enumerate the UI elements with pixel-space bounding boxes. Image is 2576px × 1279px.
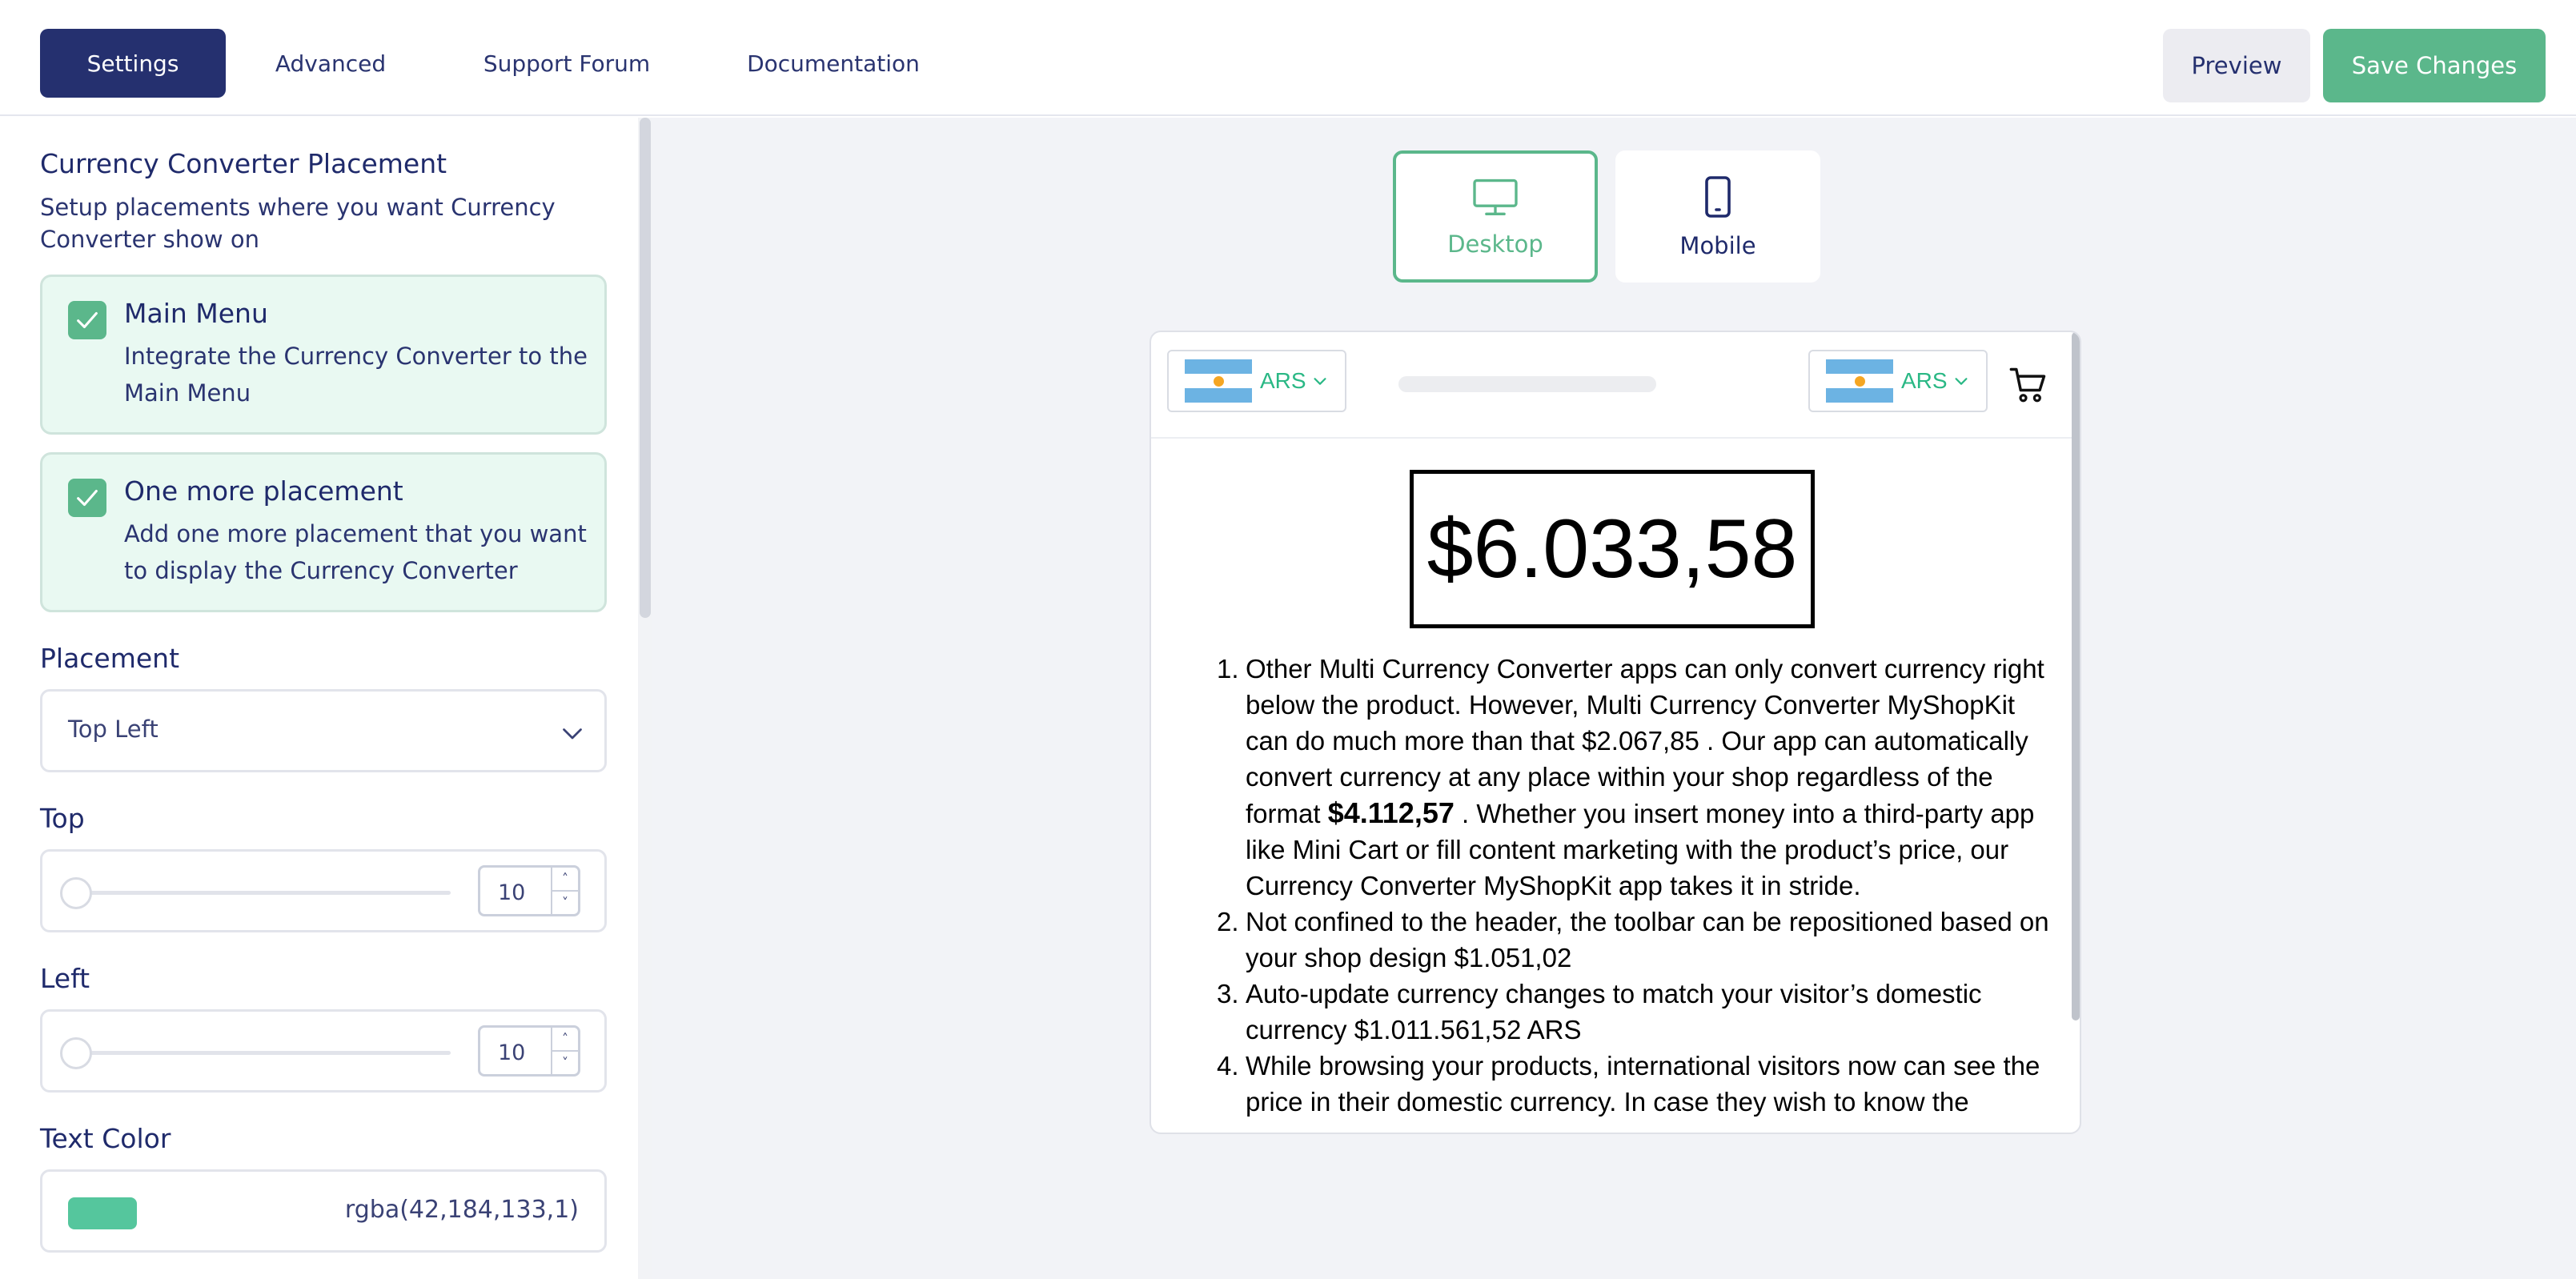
text-color-picker[interactable]: rgba(42,184,133,1) [40,1169,607,1253]
argentina-flag-icon [1826,359,1893,403]
desktop-icon [1473,178,1518,215]
left-offset-control: 10 ˄ ˅ [40,1009,607,1093]
chevron-down-icon [1314,378,1326,385]
sidebar-scrollbar-thumb[interactable] [640,118,651,618]
left-slider-track[interactable] [74,1051,451,1055]
chevron-down-icon [1955,378,1968,385]
search-bar-placeholder [1398,376,1656,392]
main-menu-checkbox[interactable] [68,301,106,339]
inline-price: $4.112,57 [1327,796,1455,829]
top-number-input[interactable]: 10 ˄ ˅ [478,865,580,916]
tab-settings[interactable]: Settings [40,29,226,98]
list-text: Not confined to the header, the toolbar … [1246,907,2049,972]
left-slider-thumb[interactable] [60,1037,92,1069]
top-offset-control: 10 ˄ ˅ [40,849,607,932]
decrement-arrow-icon[interactable]: ˅ [552,1052,578,1074]
list-number: 1. [1217,654,1239,684]
tab-support-forum[interactable]: Support Forum [463,29,671,98]
increment-arrow-icon[interactable]: ˄ [552,1028,578,1052]
list-number: 3. [1217,979,1239,1008]
cart-icon[interactable] [2008,364,2049,406]
placement-select-value: Top Left [68,716,158,743]
increment-arrow-icon[interactable]: ˄ [552,868,578,892]
storefront-preview: ARS ARS $6.033,58 1. Other Multi Currency… [1150,331,2081,1134]
chevron-down-icon [563,728,582,740]
top-value: 10 [498,880,526,905]
card-title: Main Menu [124,298,268,329]
placement-card-main-menu[interactable]: Main Menu Integrate the Currency Convert… [40,275,607,435]
card-title: One more placement [124,475,403,507]
top-navigation: Settings Advanced Support Forum Document… [0,0,2576,116]
list-text: While browsing your products, internatio… [1246,1051,2040,1117]
list-text: Auto-update currency changes to match yo… [1246,979,1982,1044]
top-slider-thumb[interactable] [60,877,92,909]
argentina-flag-icon [1185,359,1252,403]
top-label: Top [40,803,85,834]
list-number: 4. [1217,1051,1239,1081]
placement-select[interactable]: Top Left [40,689,607,772]
preview-scrollbar[interactable] [2072,332,2080,1020]
mobile-icon [1705,175,1731,218]
content-list: 1. Other Multi Currency Converter apps ca… [1217,651,2049,1120]
text-color-label: Text Color [40,1123,171,1154]
device-tab-label: Desktop [1447,230,1543,258]
list-number: 2. [1217,907,1239,936]
tab-documentation[interactable]: Documentation [727,29,940,98]
one-more-placement-checkbox[interactable] [68,479,106,517]
top-slider-track[interactable] [74,891,451,895]
decrement-arrow-icon[interactable]: ˅ [552,892,578,914]
converted-price: $6.033,58 [1410,470,1815,628]
left-number-input[interactable]: 10 ˄ ˅ [478,1025,580,1077]
currency-switcher-right[interactable]: ARS [1808,350,1988,412]
list-item: 2. Not confined to the header, the toolba… [1217,904,2049,976]
left-label: Left [40,963,90,994]
device-tab-mobile[interactable]: Mobile [1615,150,1820,283]
section-description: Setup placements where you want Currency… [40,194,556,253]
tab-advanced[interactable]: Advanced [255,29,407,98]
color-swatch[interactable] [68,1197,137,1229]
device-tab-label: Mobile [1679,231,1756,259]
settings-sidebar: Currency Converter Placement Setup place… [0,118,652,1279]
currency-code: ARS [1260,368,1306,393]
preview-button[interactable]: Preview [2163,29,2310,102]
placement-label: Placement [40,643,180,674]
currency-switcher-left[interactable]: ARS [1167,350,1346,412]
list-item: 1. Other Multi Currency Converter apps ca… [1217,651,2049,904]
list-item: 3. Auto-update currency changes to match … [1217,976,2049,1048]
card-description: Add one more placement that you want to … [124,520,587,584]
device-tab-desktop[interactable]: Desktop [1393,150,1598,283]
list-item: 4. While browsing your products, internat… [1217,1048,2049,1120]
check-icon [77,489,98,507]
currency-code: ARS [1901,368,1948,393]
left-value: 10 [498,1040,526,1065]
placement-card-one-more[interactable]: One more placement Add one more placemen… [40,452,607,612]
section-title: Currency Converter Placement [40,148,447,179]
save-changes-button[interactable]: Save Changes [2323,29,2546,102]
storefront-header: ARS ARS [1151,332,2080,439]
card-description: Integrate the Currency Converter to the … [124,343,588,407]
check-icon [77,311,98,329]
text-color-value: rgba(42,184,133,1) [344,1196,579,1224]
